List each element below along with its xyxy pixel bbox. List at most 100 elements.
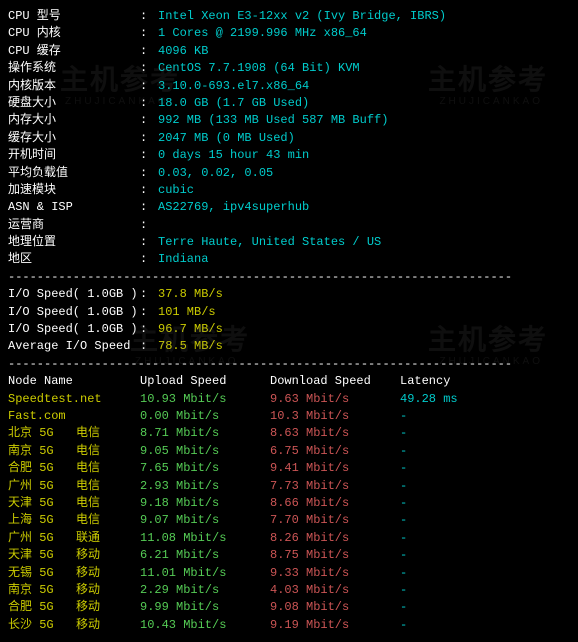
sysinfo-row: 操作系统: CentOS 7.7.1908 (64 Bit) KVM: [8, 60, 570, 77]
node-isp: 电信: [76, 512, 140, 529]
sysinfo-value: 0.03, 0.02, 0.05: [158, 166, 273, 180]
node-name: 北京 5G: [8, 425, 76, 442]
node-isp: 电信: [76, 460, 140, 477]
sysinfo-row: 加速模块: cubic: [8, 182, 570, 199]
sysinfo-label: 内核版本: [8, 78, 140, 95]
sysinfo-value: 3.10.0-693.el7.x86_64: [158, 79, 309, 93]
io-row: I/O Speed( 1.0GB ): 37.8 MB/s: [8, 286, 570, 303]
node-name: 南京 5G: [8, 443, 76, 460]
io-label: I/O Speed( 1.0GB ): [8, 286, 140, 303]
io-value: 37.8 MB/s: [158, 287, 223, 301]
sysinfo-label: 内存大小: [8, 112, 140, 129]
sysinfo-label: 缓存大小: [8, 130, 140, 147]
io-value: 101 MB/s: [158, 305, 216, 319]
colon: :: [140, 217, 158, 234]
divider: ----------------------------------------…: [8, 269, 570, 286]
io-row: I/O Speed( 1.0GB ): 101 MB/s: [8, 304, 570, 321]
upload-speed: 9.05 Mbit/s: [140, 443, 270, 460]
sysinfo-label: 操作系统: [8, 60, 140, 77]
download-speed: 4.03 Mbit/s: [270, 582, 400, 599]
speedtest-header-latency: Latency: [400, 373, 500, 390]
sysinfo-label: 地区: [8, 251, 140, 268]
node-cell: Speedtest.net: [8, 391, 140, 408]
download-speed: 8.63 Mbit/s: [270, 425, 400, 442]
node-name: 合肥 5G: [8, 599, 76, 616]
colon: :: [140, 78, 158, 95]
sysinfo-label: 运营商: [8, 217, 140, 234]
download-speed: 9.63 Mbit/s: [270, 391, 400, 408]
sysinfo-row: 缓存大小: 2047 MB (0 MB Used): [8, 130, 570, 147]
colon: :: [140, 147, 158, 164]
sysinfo-label: CPU 内核: [8, 25, 140, 42]
node-name: 长沙 5G: [8, 617, 76, 634]
colon: :: [140, 321, 158, 338]
sysinfo-value: Indiana: [158, 252, 208, 266]
latency: -: [400, 460, 500, 477]
node-isp: 移动: [76, 582, 140, 599]
download-speed: 9.19 Mbit/s: [270, 617, 400, 634]
upload-speed: 11.01 Mbit/s: [140, 565, 270, 582]
upload-speed: 2.93 Mbit/s: [140, 478, 270, 495]
sysinfo-value: 2047 MB (0 MB Used): [158, 131, 295, 145]
node-cell: 南京 5G移动: [8, 582, 140, 599]
io-row: Average I/O Speed: 78.5 MB/s: [8, 338, 570, 355]
sysinfo-label: CPU 型号: [8, 8, 140, 25]
colon: :: [140, 95, 158, 112]
colon: :: [140, 130, 158, 147]
sysinfo-value: CentOS 7.7.1908 (64 Bit) KVM: [158, 61, 360, 75]
node-isp: 电信: [76, 425, 140, 442]
latency: -: [400, 408, 500, 425]
sysinfo-value: cubic: [158, 183, 194, 197]
node-name: 广州 5G: [8, 478, 76, 495]
speedtest-header-download: Download Speed: [270, 373, 400, 390]
download-speed: 9.33 Mbit/s: [270, 565, 400, 582]
speedtest-row: 天津 5G移动6.21 Mbit/s8.75 Mbit/s-: [8, 547, 570, 564]
download-speed: 8.66 Mbit/s: [270, 495, 400, 512]
latency: -: [400, 443, 500, 460]
node-isp: 移动: [76, 565, 140, 582]
speedtest-block: Node NameUpload SpeedDownload SpeedLaten…: [8, 373, 570, 634]
upload-speed: 0.00 Mbit/s: [140, 408, 270, 425]
speedtest-row: Fast.com0.00 Mbit/s10.3 Mbit/s-: [8, 408, 570, 425]
download-speed: 7.73 Mbit/s: [270, 478, 400, 495]
node-isp: 电信: [76, 478, 140, 495]
upload-speed: 8.71 Mbit/s: [140, 425, 270, 442]
download-speed: 9.08 Mbit/s: [270, 599, 400, 616]
speedtest-header-node: Node Name: [8, 373, 140, 390]
upload-speed: 7.65 Mbit/s: [140, 460, 270, 477]
node-cell: 天津 5G移动: [8, 547, 140, 564]
latency: -: [400, 565, 500, 582]
colon: :: [140, 304, 158, 321]
node-name: 南京 5G: [8, 582, 76, 599]
latency: -: [400, 617, 500, 634]
latency: -: [400, 582, 500, 599]
node-isp: 电信: [76, 495, 140, 512]
node-isp: 移动: [76, 599, 140, 616]
colon: :: [140, 43, 158, 60]
speedtest-row: 合肥 5G移动9.99 Mbit/s9.08 Mbit/s-: [8, 599, 570, 616]
node-cell: 无锡 5G移动: [8, 565, 140, 582]
system-info-block: CPU 型号: Intel Xeon E3-12xx v2 (Ivy Bridg…: [8, 8, 570, 269]
colon: :: [140, 25, 158, 42]
sysinfo-row: 地区: Indiana: [8, 251, 570, 268]
node-isp: 联通: [76, 530, 140, 547]
upload-speed: 9.99 Mbit/s: [140, 599, 270, 616]
colon: :: [140, 251, 158, 268]
colon: :: [140, 199, 158, 216]
node-cell: 长沙 5G移动: [8, 617, 140, 634]
speedtest-row: 合肥 5G电信7.65 Mbit/s9.41 Mbit/s-: [8, 460, 570, 477]
upload-speed: 2.29 Mbit/s: [140, 582, 270, 599]
colon: :: [140, 234, 158, 251]
sysinfo-value: 0 days 15 hour 43 min: [158, 148, 309, 162]
sysinfo-row: ASN & ISP: AS22769, ipv4superhub: [8, 199, 570, 216]
download-speed: 9.41 Mbit/s: [270, 460, 400, 477]
node-cell: Fast.com: [8, 408, 140, 425]
upload-speed: 6.21 Mbit/s: [140, 547, 270, 564]
colon: :: [140, 182, 158, 199]
node-cell: 南京 5G电信: [8, 443, 140, 460]
sysinfo-row: 开机时间: 0 days 15 hour 43 min: [8, 147, 570, 164]
latency: -: [400, 512, 500, 529]
sysinfo-value: Intel Xeon E3-12xx v2 (Ivy Bridge, IBRS): [158, 9, 446, 23]
colon: :: [140, 286, 158, 303]
colon: :: [140, 60, 158, 77]
